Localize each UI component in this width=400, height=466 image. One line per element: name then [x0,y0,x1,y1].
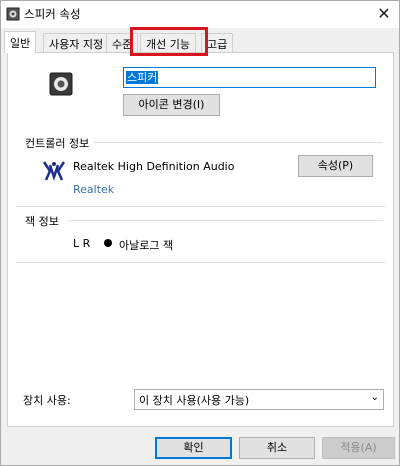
properties-button[interactable]: 속성(P) [298,155,373,177]
tab-general[interactable]: 일반 [4,31,37,53]
close-button[interactable]: ✕ [373,3,395,25]
general-tab-panel: 스피커 아이콘 변경(I) 컨트롤러 정보 Realtek High Defin… [7,52,394,427]
controller-group-bottom [16,206,385,207]
device-name-field[interactable]: 스피커 [123,67,376,88]
enhancements-highlight [130,27,208,56]
chevron-down-icon: ⌄ [370,392,379,403]
change-icon-button[interactable]: 아이콘 변경(I) [123,94,220,116]
cancel-button[interactable]: 취소 [239,437,315,459]
device-usage-select[interactable]: 이 장치 사용(사용 가능) ⌄ [134,389,384,410]
driver-vendor: Realtek [73,183,115,196]
realtek-logo-icon [42,161,66,181]
jack-group-bottom [16,262,385,263]
ok-button[interactable]: 확인 [155,437,232,459]
jack-info-label: 잭 정보 [25,215,59,228]
jack-type: 아날로그 잭 [119,239,174,252]
controller-info-divider [93,142,383,143]
device-usage-label: 장치 사용: [23,394,71,407]
device-name-value: 스피커 [126,71,159,84]
jack-color-indicator [104,239,112,247]
apply-button[interactable]: 적용(A) [322,437,395,459]
window-title: 스피커 속성 [24,7,81,21]
controller-info-label: 컨트롤러 정보 [25,137,90,150]
device-usage-value: 이 장치 사용(사용 가능) [139,394,250,407]
speaker-properties-window: 스피커 속성 ✕ 일반 사용자 지정 수준 개선 기능 고급 스피커 아이콘 변… [0,0,400,466]
jack-info-divider [68,220,383,221]
speaker-device-icon [49,72,73,96]
speaker-icon [6,7,20,21]
jack-position: L R [73,237,91,250]
title-bar: 스피커 속성 ✕ [1,1,399,28]
tab-custom[interactable]: 사용자 지정 [43,33,110,52]
close-icon: ✕ [377,4,391,23]
driver-name: Realtek High Definition Audio [73,160,235,173]
